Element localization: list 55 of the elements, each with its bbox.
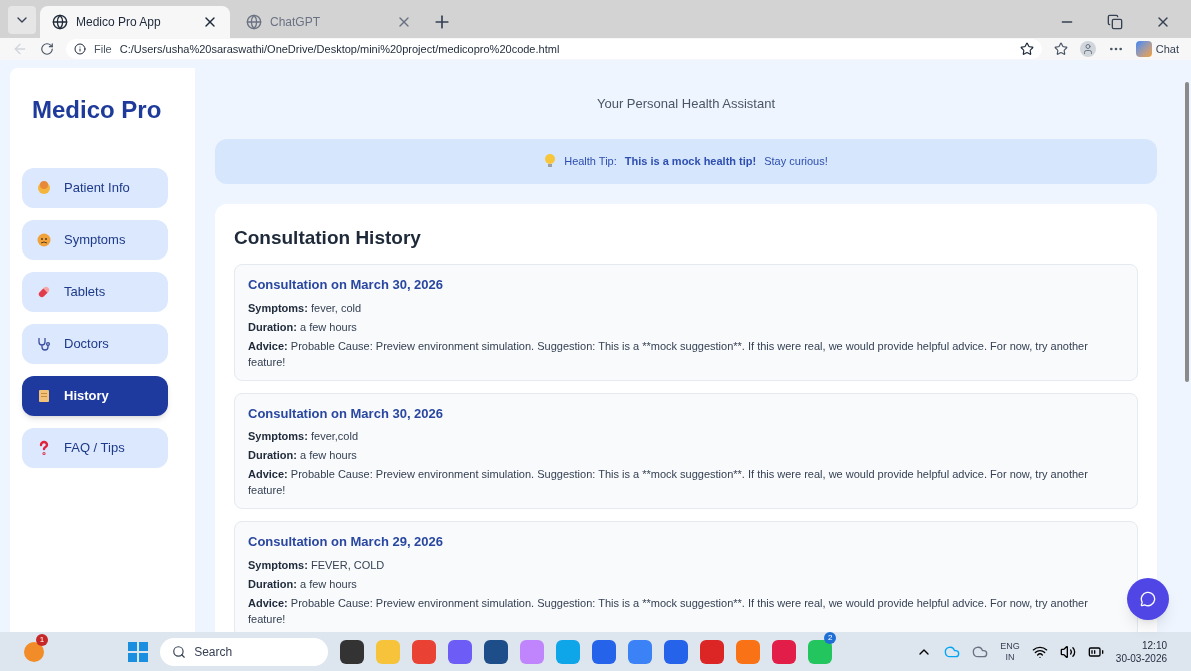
nav-item[interactable]: Tablets: [22, 272, 168, 312]
language-label[interactable]: ENG: [1000, 640, 1020, 652]
tip-note: Stay curious!: [764, 153, 828, 169]
scroll-icon: [36, 388, 52, 404]
info-icon: [74, 43, 86, 55]
nav-item[interactable]: Patient Info: [22, 168, 168, 208]
chat-button[interactable]: Chat: [1135, 40, 1179, 58]
section-heading: Consultation History: [234, 225, 422, 250]
windows-start-icon[interactable]: [128, 641, 149, 662]
nav-item[interactable]: History: [22, 376, 168, 416]
reload-icon[interactable]: [40, 42, 54, 56]
notification-badge: 1: [36, 633, 48, 646]
nav-item[interactable]: Symptoms: [22, 220, 168, 260]
consultation-detail: Advice: Probable Cause: Preview environment simulation. Suggestion: This is a **mock suggestion**. If this were real, we would provide helpful advice. For now, try another feature!: [248, 338, 1089, 370]
face-icon: [36, 180, 52, 196]
stethoscope-icon: [36, 336, 52, 352]
app-title: Medico Pro: [31, 95, 163, 125]
region-label[interactable]: IN: [1005, 651, 1015, 663]
consultation-detail: Advice: Probable Cause: Preview environment simulation. Suggestion: This is a **mock suggestion**. If this were real, we would provide helpful advice. For now, try another feature!: [248, 467, 1089, 498]
restore-icon[interactable]: [1107, 14, 1123, 30]
volume-icon[interactable]: [1059, 643, 1076, 660]
consultation-detail: Duration: a few hours: [248, 448, 358, 463]
consultation-detail: Symptoms: fever, cold: [248, 300, 363, 316]
subtitle: Your Personal Health Assistant: [596, 95, 776, 113]
consultation-detail: Duration: a few hours: [248, 319, 358, 335]
chat-icon: [1140, 591, 1156, 607]
search-icon: [172, 644, 187, 659]
app-icon[interactable]: [340, 639, 365, 664]
search-field[interactable]: Search: [160, 637, 329, 666]
consultation-detail: Duration: a few hours: [248, 576, 358, 592]
globe-icon: [52, 14, 68, 30]
favorite-icon[interactable]: [1019, 42, 1034, 56]
chat-fab[interactable]: [1127, 578, 1169, 620]
nav-item[interactable]: FAQ / Tips: [22, 428, 168, 468]
app-icon[interactable]: [484, 639, 509, 664]
profile-avatar[interactable]: [1079, 41, 1096, 57]
tab-menu-button[interactable]: [8, 6, 36, 34]
face-icon: [36, 232, 52, 248]
consultation-detail: Advice: Probable Cause: Preview environment simulation. Suggestion: This is a **mock suggestion**. If this were real, we would provide helpful advice. For now, try another feature!: [248, 595, 1089, 627]
browser-tab[interactable]: Medico Pro App: [40, 6, 230, 38]
pill-icon: [36, 284, 52, 300]
tip-text: This is a mock health tip!: [624, 153, 757, 169]
consultation-title: Consultation on March 30, 2026: [248, 404, 445, 423]
clock-time[interactable]: 12:10: [1142, 638, 1167, 652]
nav-item[interactable]: Doctors: [22, 324, 168, 364]
consultation-title: Consultation on March 30, 2026: [248, 276, 445, 294]
consultation-title: Consultation on March 29, 2026: [248, 533, 445, 551]
address-field[interactable]: File C:/Users/usha%20saraswathi/OneDrive/Desktop/mini%20project/medicopro%20code.html: [66, 39, 1042, 59]
consultation-detail: Symptoms: fever,cold: [248, 429, 360, 444]
globe-icon: [246, 14, 262, 30]
favorites-icon[interactable]: [1053, 42, 1068, 56]
clock-date[interactable]: 30-03-2026: [1115, 651, 1167, 665]
consultation-detail: Symptoms: FEVER, COLD: [248, 557, 386, 573]
tip-label: Health Tip:: [564, 153, 617, 169]
lightbulb-icon: [544, 153, 557, 169]
